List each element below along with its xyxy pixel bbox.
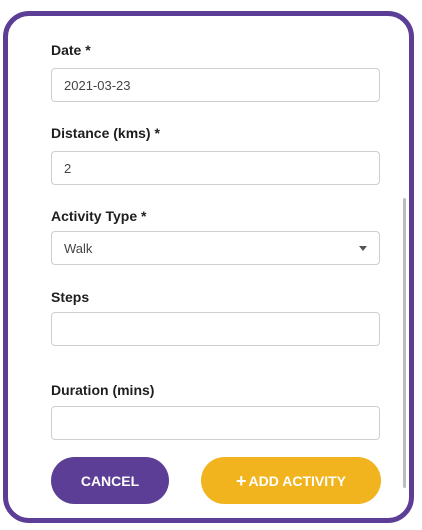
steps-field[interactable]	[51, 312, 380, 346]
cancel-button[interactable]: CANCEL	[51, 457, 169, 504]
activity-type-label: Activity Type *	[51, 208, 147, 224]
distance-field[interactable]	[51, 151, 380, 185]
duration-field[interactable]	[51, 406, 380, 440]
plus-icon: +	[236, 470, 247, 491]
add-activity-button[interactable]: + ADD ACTIVITY	[201, 457, 381, 504]
scrollbar[interactable]	[403, 198, 406, 488]
steps-label: Steps	[51, 289, 90, 305]
cancel-button-label: CANCEL	[80, 472, 140, 489]
distance-label: Distance (kms) *	[51, 125, 160, 141]
date-field[interactable]	[51, 68, 380, 102]
add-activity-button-label: ADD ACTIVITY	[248, 472, 346, 489]
duration-label: Duration (mins)	[51, 382, 155, 398]
caret-down-icon	[359, 245, 367, 251]
date-label: Date *	[51, 42, 91, 58]
activity-type-select[interactable]: Walk	[51, 231, 380, 265]
activity-type-value: Walk	[64, 240, 93, 256]
